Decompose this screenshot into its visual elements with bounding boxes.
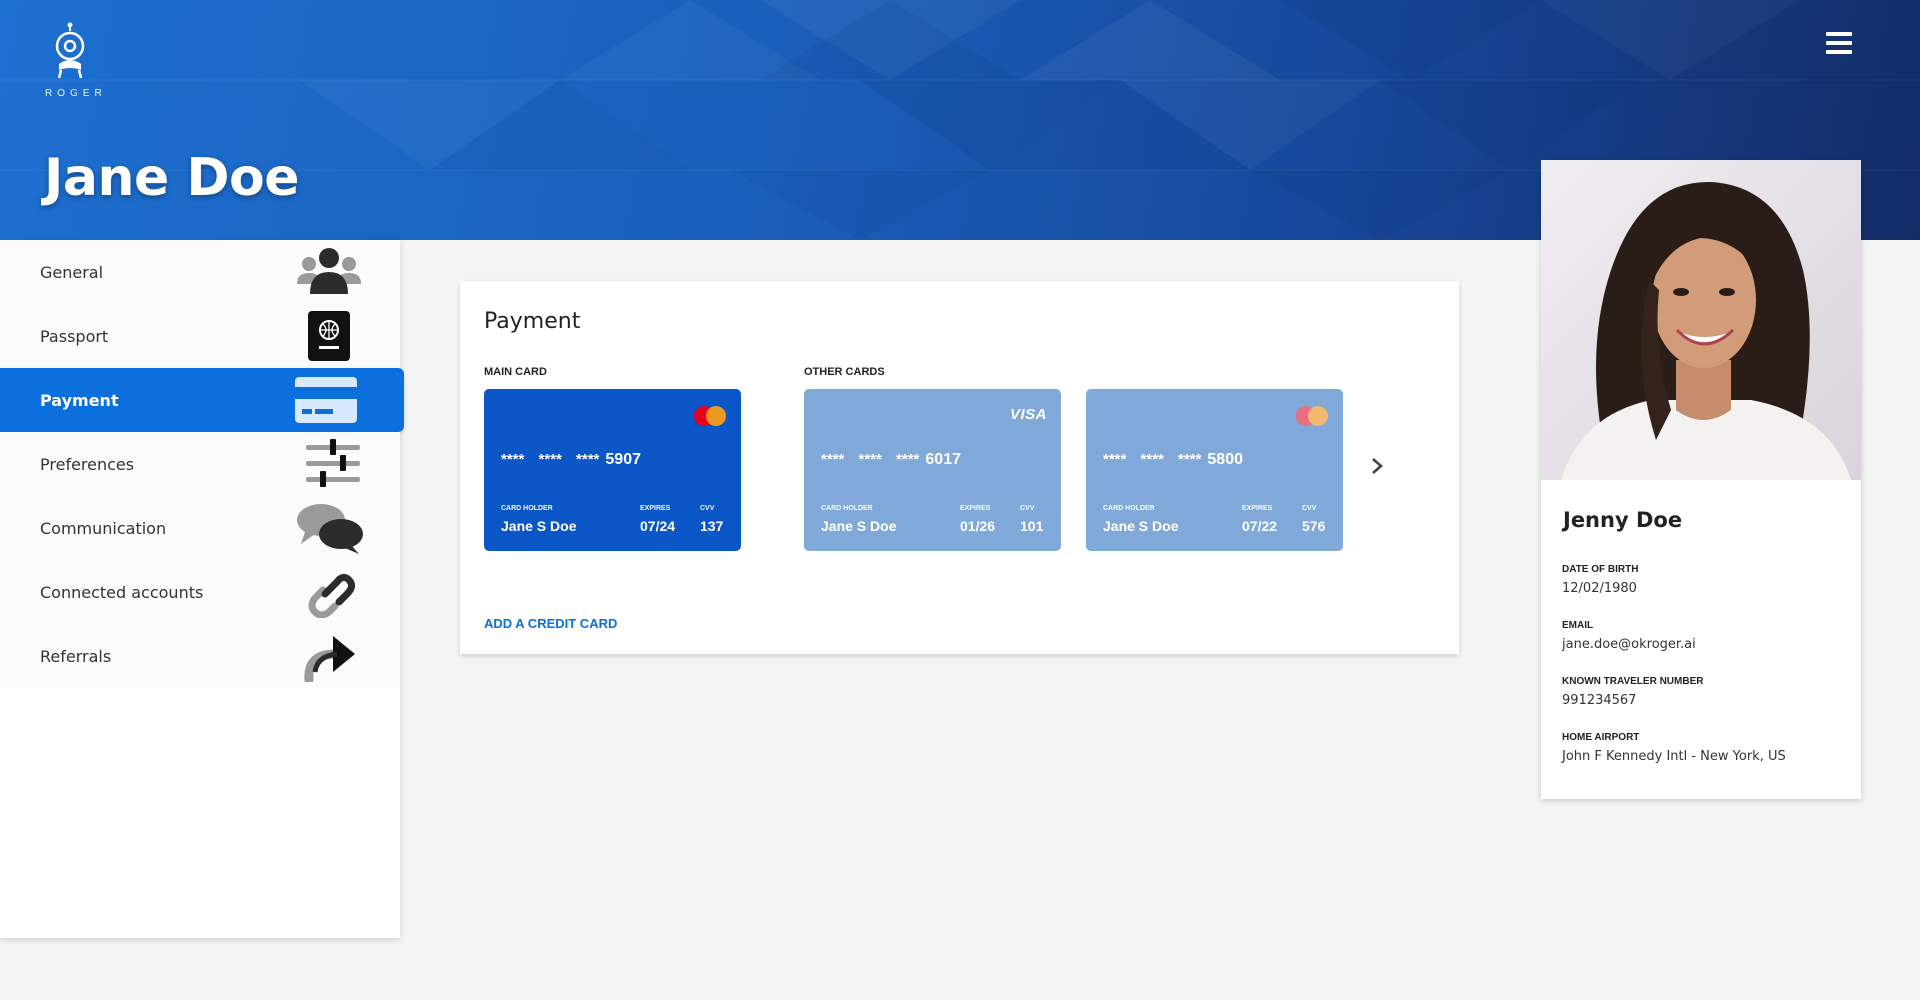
card-holder: Jane S Doe — [501, 518, 577, 534]
card-cvv: 101 — [1020, 518, 1044, 534]
card-cvv: 137 — [700, 518, 724, 534]
credit-card-main[interactable]: **** **** **** 5907 CARD HOLDER EXPIRES C… — [484, 389, 741, 551]
sidebar-item-label: Payment — [40, 390, 119, 410]
profile-photo — [1541, 160, 1861, 480]
card-number: **** **** **** 5800 — [1103, 451, 1243, 469]
card-holder: Jane S Doe — [1103, 518, 1179, 534]
payment-panel: Payment MAIN CARD OTHER CARDS **** **** … — [460, 281, 1459, 654]
card-number: **** **** **** 6017 — [821, 451, 961, 469]
profile-card: Jenny Doe DATE OF BIRTH 12/02/1980 EMAIL… — [1541, 160, 1861, 799]
sidebar-item-label: Preferences — [40, 454, 135, 474]
sidebar-item-label: Referrals — [40, 646, 112, 666]
chat-bubbles-icon — [293, 502, 365, 554]
page-title: Jane Doe — [44, 148, 299, 208]
other-cards-label: OTHER CARDS — [804, 366, 885, 378]
card-expires-label: EXPIRES — [640, 505, 671, 512]
sidebar-item-general[interactable]: General — [0, 240, 400, 304]
card-expires: 07/24 — [640, 518, 676, 534]
users-icon — [293, 246, 365, 298]
card-holder: Jane S Doe — [821, 518, 897, 534]
card-last4: 6017 — [925, 451, 961, 468]
card-last4: 5907 — [605, 451, 641, 468]
card-number-masked: **** **** **** — [501, 451, 600, 468]
sliders-icon — [293, 438, 365, 490]
home-airport-label: HOME AIRPORT — [1562, 732, 1640, 743]
sidebar-item-label: General — [40, 262, 104, 282]
roger-logo[interactable]: ROGER — [40, 22, 107, 99]
credit-card-other[interactable]: VISA **** **** **** 6017 CARD HOLDER EXPI… — [804, 389, 1061, 551]
passport-icon — [293, 310, 365, 362]
mastercard-icon — [694, 406, 726, 426]
sidebar-item-passport[interactable]: Passport — [0, 304, 400, 368]
credit-card-other[interactable]: **** **** **** 5800 CARD HOLDER EXPIRES C… — [1086, 389, 1343, 551]
link-icon — [293, 566, 365, 618]
share-arrow-icon — [293, 630, 365, 682]
add-credit-card-link[interactable]: ADD A CREDIT CARD — [484, 616, 617, 631]
logo-wordmark: ROGER — [45, 88, 107, 99]
chevron-right-icon[interactable] — [1367, 456, 1387, 476]
sidebar-item-referrals[interactable]: Referrals — [0, 624, 400, 688]
card-last4: 5800 — [1207, 451, 1243, 468]
ktn-value: 991234567 — [1562, 693, 1637, 708]
card-number-masked: **** **** **** — [821, 451, 920, 468]
card-number-masked: **** **** **** — [1103, 451, 1202, 468]
dob-label: DATE OF BIRTH — [1562, 564, 1639, 575]
card-cvv-label: CVV — [1020, 505, 1035, 512]
card-cvv-label: CVV — [1302, 505, 1317, 512]
sidebar-item-communication[interactable]: Communication — [0, 496, 400, 560]
payment-title: Payment — [484, 309, 581, 334]
email-value: jane.doe@okroger.ai — [1562, 637, 1696, 652]
sidebar: General Passport Payment Preferences Com… — [0, 240, 404, 938]
dob-value: 12/02/1980 — [1562, 581, 1637, 596]
ktn-label: KNOWN TRAVELER NUMBER — [1562, 676, 1704, 687]
email-label: EMAIL — [1562, 620, 1594, 631]
card-expires-label: EXPIRES — [1242, 505, 1273, 512]
credit-card-icon — [290, 374, 362, 426]
sidebar-item-label: Passport — [40, 326, 109, 346]
card-expires: 07/22 — [1242, 518, 1278, 534]
mastercard-icon — [1296, 406, 1328, 426]
menu-icon[interactable] — [1826, 32, 1852, 54]
robot-icon — [55, 22, 85, 79]
card-number: **** **** **** 5907 — [501, 451, 641, 469]
card-holder-label: CARD HOLDER — [501, 505, 553, 512]
card-cvv: 576 — [1302, 518, 1326, 534]
profile-name: Jenny Doe — [1563, 508, 1683, 532]
main-card-label: MAIN CARD — [484, 366, 547, 378]
card-expires: 01/26 — [960, 518, 996, 534]
card-holder-label: CARD HOLDER — [1103, 505, 1155, 512]
card-expires-label: EXPIRES — [960, 505, 991, 512]
sidebar-item-label: Communication — [40, 518, 167, 538]
sidebar-item-label: Connected accounts — [40, 582, 204, 602]
sidebar-item-preferences[interactable]: Preferences — [0, 432, 400, 496]
sidebar-item-payment[interactable]: Payment — [0, 368, 404, 432]
sidebar-item-connected-accounts[interactable]: Connected accounts — [0, 560, 400, 624]
card-cvv-label: CVV — [700, 505, 715, 512]
card-holder-label: CARD HOLDER — [821, 505, 873, 512]
home-airport-value: John F Kennedy Intl - New York, US — [1562, 749, 1786, 764]
visa-logo: VISA — [1009, 406, 1047, 423]
